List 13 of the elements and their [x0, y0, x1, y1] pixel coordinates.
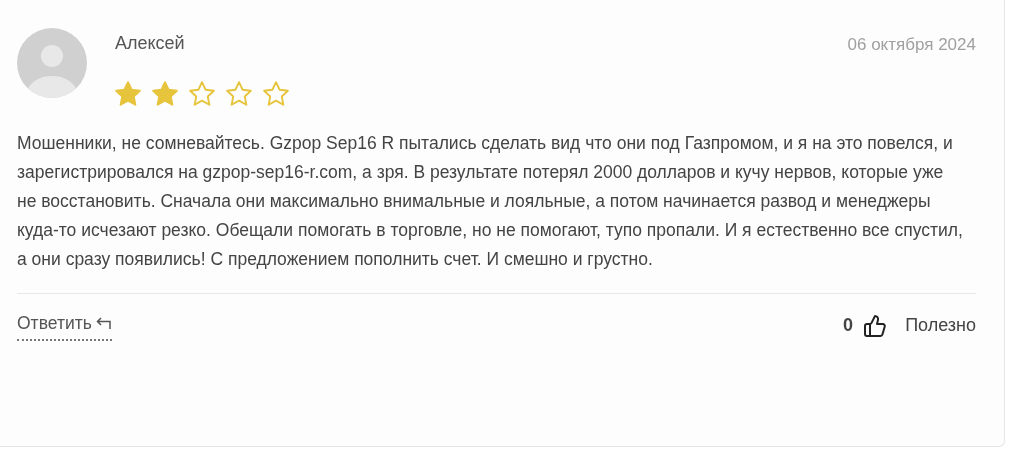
empty-star-icon — [261, 79, 291, 109]
empty-star-icon — [224, 79, 254, 109]
helpful-label[interactable]: Полезно — [905, 312, 976, 340]
reply-link[interactable]: Ответить — [17, 310, 112, 342]
reply-arrow-icon — [95, 316, 112, 331]
like-count: 0 — [843, 314, 854, 338]
review-date: 06 октября 2024 — [847, 34, 976, 56]
review-text: Мошенники, не сомневайтесь. Gzpop Sep16 R пытались сделать вид что они под Газпромом, и я на это повелся, и зарегистрировался на gzpop-sep16-r.com, а зря. В результате потерял 2000 долларов и кучу нервов, которые уже не восстановить. Сначала они максимально внимальные и лояльные, а потом начинается развод и менеджеры куда-то исчезают резко. Обещали помогать в торговле, но не помогают, тупо пропали. И я естественно все спустил, а они сразу появились! С предложением пополнить счет. И смешно и грустно. — [17, 132, 964, 271]
filled-star-icon — [113, 79, 143, 109]
empty-star-icon — [187, 79, 217, 109]
author-name: Алексей — [115, 32, 186, 55]
thumbs-up-icon[interactable] — [863, 313, 888, 338]
filled-star-icon — [150, 79, 180, 109]
